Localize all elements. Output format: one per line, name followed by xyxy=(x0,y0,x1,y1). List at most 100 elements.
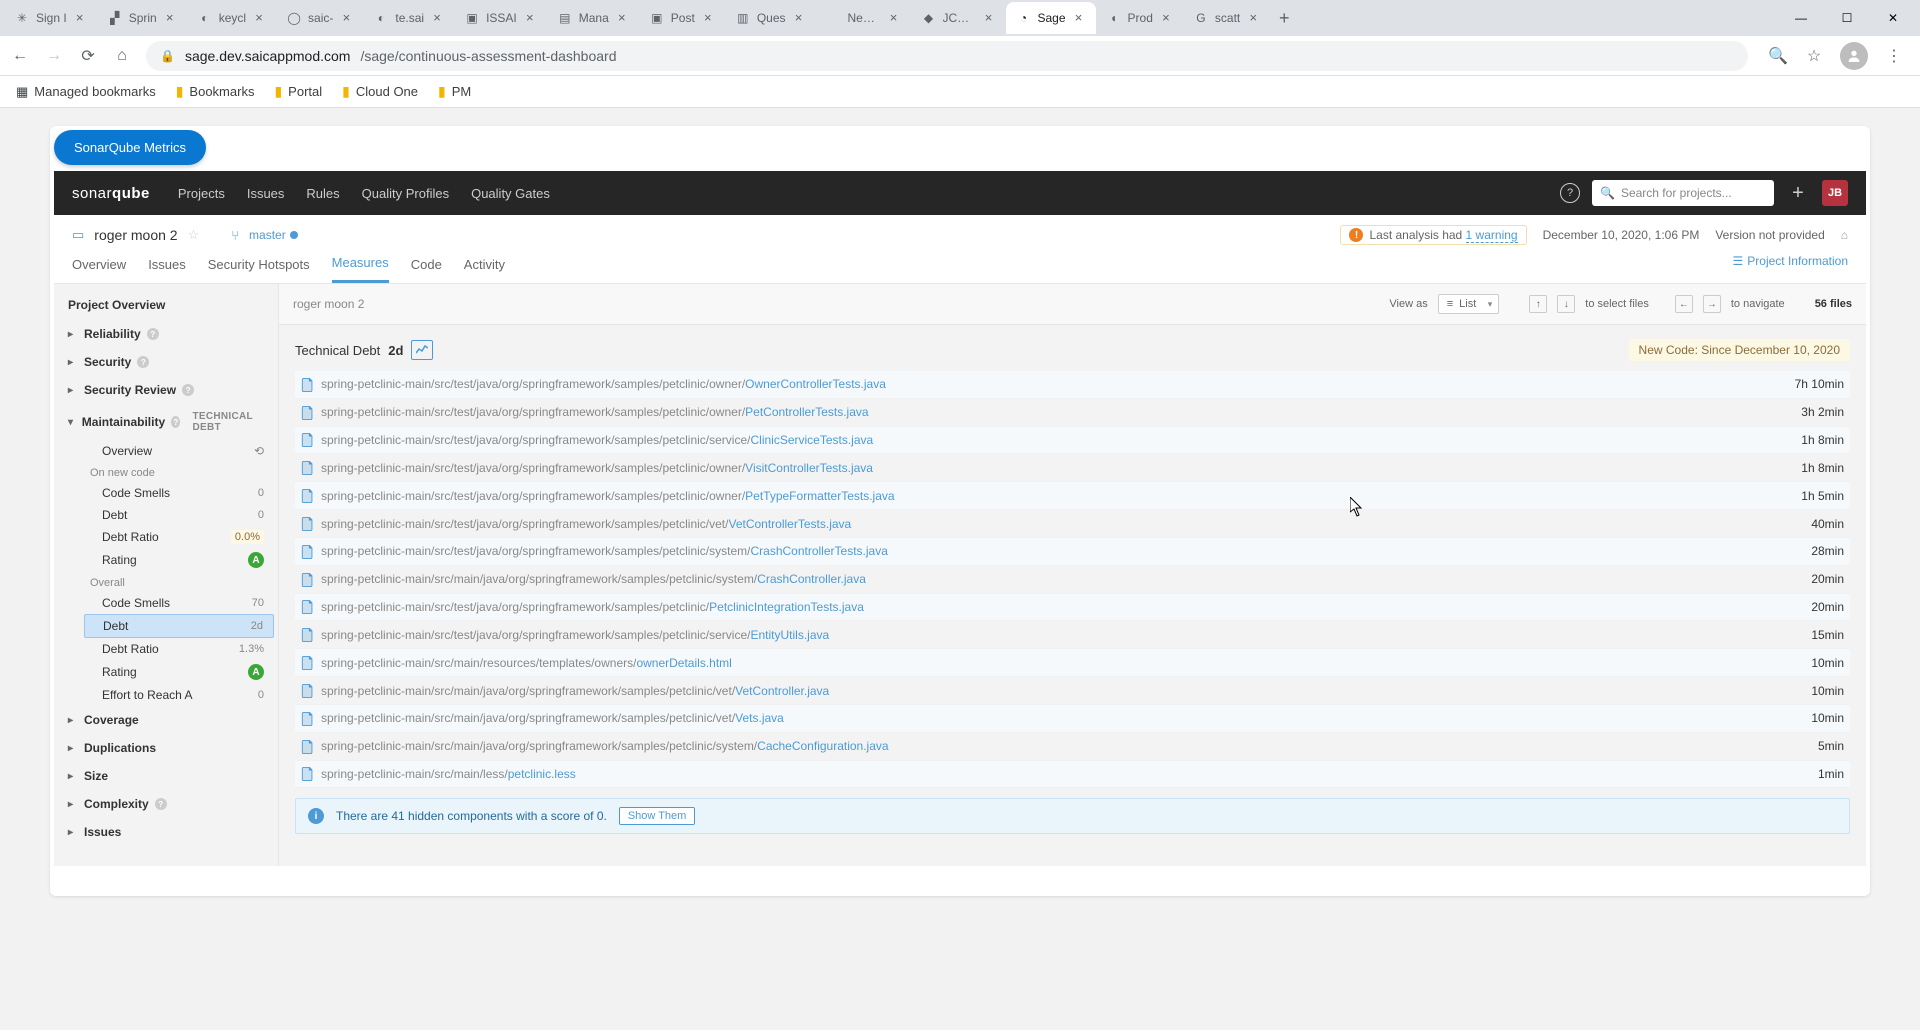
tab-measures[interactable]: Measures xyxy=(332,247,389,283)
file-row[interactable]: spring-petclinic-main/src/test/java/org/… xyxy=(295,371,1850,399)
file-name[interactable]: CrashControllerTests.java xyxy=(750,544,887,558)
file-row[interactable]: spring-petclinic-main/src/test/java/org/… xyxy=(295,594,1850,622)
sidebar-item-coverage[interactable]: ▸Coverage xyxy=(54,706,278,734)
home-project-icon[interactable]: ⌂ xyxy=(1841,228,1848,242)
file-row[interactable]: spring-petclinic-main/src/main/resources… xyxy=(295,649,1850,677)
browser-tab[interactable]: ▣ISSAI× xyxy=(454,2,547,34)
sonar-nav-projects[interactable]: Projects xyxy=(178,186,225,201)
analysis-warning-badge[interactable]: ! Last analysis had 1 warning xyxy=(1340,225,1526,245)
file-name[interactable]: PetclinicIntegrationTests.java xyxy=(709,600,864,614)
file-row[interactable]: spring-petclinic-main/src/main/less/petc… xyxy=(295,761,1850,789)
bookmark-item[interactable]: ▮Portal xyxy=(274,83,322,100)
browser-tab[interactable]: ◐te.sai× xyxy=(363,2,454,34)
tab-close-icon[interactable]: × xyxy=(163,11,177,25)
tab-close-icon[interactable]: × xyxy=(1246,11,1260,25)
bookmark-item[interactable]: ▮PM xyxy=(438,83,471,100)
sonar-nav-quality-gates[interactable]: Quality Gates xyxy=(471,186,550,201)
menu-icon[interactable]: ⋮ xyxy=(1884,46,1904,66)
reload-button[interactable]: ⟳ xyxy=(78,46,98,66)
project-information-link[interactable]: ☰ Project Information xyxy=(1733,254,1848,276)
file-name[interactable]: PetTypeFormatterTests.java xyxy=(745,489,894,503)
file-row[interactable]: spring-petclinic-main/src/test/java/org/… xyxy=(295,538,1850,566)
create-button[interactable]: + xyxy=(1786,181,1810,205)
browser-tab[interactable]: ✳Sign I× xyxy=(4,2,97,34)
sidebar-item-maintainability[interactable]: ▾ Maintainability ? TECHNICAL DEBT xyxy=(54,404,278,440)
sidebar-item-security[interactable]: ▸Security? xyxy=(54,348,278,376)
profile-avatar[interactable] xyxy=(1840,42,1868,70)
tab-close-icon[interactable]: × xyxy=(1072,11,1086,25)
branch-selector[interactable]: master xyxy=(249,228,298,242)
sidebar-row-debt[interactable]: Debt2d xyxy=(84,614,274,638)
sidebar-row-code-smells[interactable]: Code Smells0 xyxy=(80,482,278,504)
help-icon[interactable]: ? xyxy=(1560,183,1580,203)
sidebar-item-duplications[interactable]: ▸Duplications xyxy=(54,734,278,762)
sonar-search-input[interactable]: 🔍 Search for projects... xyxy=(1592,180,1774,206)
history-graph-button[interactable] xyxy=(411,340,433,360)
file-name[interactable]: VetControllerTests.java xyxy=(728,517,851,531)
tab-close-icon[interactable]: × xyxy=(792,11,806,25)
tab-code[interactable]: Code xyxy=(411,249,442,282)
file-name[interactable]: VetController.java xyxy=(735,684,829,698)
file-name[interactable]: VisitControllerTests.java xyxy=(745,461,873,475)
file-row[interactable]: spring-petclinic-main/src/test/java/org/… xyxy=(295,399,1850,427)
star-icon[interactable]: ☆ xyxy=(1804,46,1824,66)
sidebar-row-debt-ratio[interactable]: Debt Ratio0.0% xyxy=(80,526,278,548)
close-window-button[interactable]: ✕ xyxy=(1870,2,1916,34)
sonar-nav-issues[interactable]: Issues xyxy=(247,186,285,201)
favorite-star-icon[interactable]: ☆ xyxy=(188,227,200,243)
tab-close-icon[interactable]: × xyxy=(982,11,996,25)
file-name[interactable]: OwnerControllerTests.java xyxy=(745,377,886,391)
user-avatar[interactable]: JB xyxy=(1822,180,1848,206)
file-row[interactable]: spring-petclinic-main/src/main/java/org/… xyxy=(295,677,1850,705)
tab-close-icon[interactable]: × xyxy=(252,11,266,25)
bookmark-item[interactable]: ▮Bookmarks xyxy=(176,83,255,100)
browser-tab[interactable]: ◆JCaaS× xyxy=(911,2,1006,34)
file-name[interactable]: ClinicServiceTests.java xyxy=(750,433,873,447)
browser-tab[interactable]: ◯saic-× xyxy=(276,2,363,34)
sonar-nav-rules[interactable]: Rules xyxy=(306,186,339,201)
zoom-icon[interactable]: 🔍 xyxy=(1768,46,1788,66)
browser-tab[interactable]: ▤Mana× xyxy=(547,2,639,34)
file-name[interactable]: PetControllerTests.java xyxy=(745,405,868,419)
new-tab-button[interactable]: + xyxy=(1270,4,1298,32)
tab-close-icon[interactable]: × xyxy=(615,11,629,25)
sidebar-row-code-smells[interactable]: Code Smells70 xyxy=(80,592,278,614)
browser-tab[interactable]: ▥Ques× xyxy=(725,2,816,34)
browser-tab[interactable]: ◔Sage× xyxy=(1006,2,1096,34)
file-row[interactable]: spring-petclinic-main/src/test/java/org/… xyxy=(295,621,1850,649)
sidebar-item-reliability[interactable]: ▸Reliability? xyxy=(54,320,278,348)
browser-tab[interactable]: New Tab× xyxy=(816,2,911,34)
sidebar-item-security-review[interactable]: ▸Security Review? xyxy=(54,376,278,404)
file-row[interactable]: spring-petclinic-main/src/main/java/org/… xyxy=(295,566,1850,594)
file-name[interactable]: petclinic.less xyxy=(508,767,576,781)
tab-close-icon[interactable]: × xyxy=(430,11,444,25)
show-them-button[interactable]: Show Them xyxy=(619,807,696,825)
file-row[interactable]: spring-petclinic-main/src/test/java/org/… xyxy=(295,427,1850,455)
breadcrumb[interactable]: roger moon 2 xyxy=(293,297,364,311)
browser-tab[interactable]: ◐keycl× xyxy=(187,2,276,34)
file-row[interactable]: spring-petclinic-main/src/test/java/org/… xyxy=(295,482,1850,510)
tab-close-icon[interactable]: × xyxy=(523,11,537,25)
sidebar-item-complexity[interactable]: ▸Complexity? xyxy=(54,790,278,818)
sidebar-overview-heading[interactable]: Project Overview xyxy=(54,298,278,320)
file-name[interactable]: CacheConfiguration.java xyxy=(757,739,888,753)
bookmark-item[interactable]: ▮Cloud One xyxy=(342,83,418,100)
tab-close-icon[interactable]: × xyxy=(339,11,353,25)
browser-tab[interactable]: Gscatt× xyxy=(1183,2,1270,34)
sonar-nav-quality-profiles[interactable]: Quality Profiles xyxy=(362,186,449,201)
tab-close-icon[interactable]: × xyxy=(701,11,715,25)
tab-close-icon[interactable]: × xyxy=(887,11,901,25)
view-selector[interactable]: ≡ List xyxy=(1438,294,1500,314)
tab-issues[interactable]: Issues xyxy=(148,249,186,282)
maximize-window-button[interactable]: ☐ xyxy=(1824,2,1870,34)
file-name[interactable]: Vets.java xyxy=(735,711,784,725)
file-name[interactable]: EntityUtils.java xyxy=(750,628,829,642)
file-row[interactable]: spring-petclinic-main/src/main/java/org/… xyxy=(295,705,1850,733)
minimize-window-button[interactable]: — xyxy=(1778,2,1824,34)
sidebar-row-effort-to-reach-a[interactable]: Effort to Reach A0 xyxy=(80,684,278,706)
home-button[interactable]: ⌂ xyxy=(112,47,132,65)
file-row[interactable]: spring-petclinic-main/src/main/java/org/… xyxy=(295,733,1850,761)
sidebar-row-debt[interactable]: Debt0 xyxy=(80,504,278,526)
bookmark-item[interactable]: ▦Managed bookmarks xyxy=(16,84,156,100)
project-name[interactable]: roger moon 2 xyxy=(94,227,177,243)
